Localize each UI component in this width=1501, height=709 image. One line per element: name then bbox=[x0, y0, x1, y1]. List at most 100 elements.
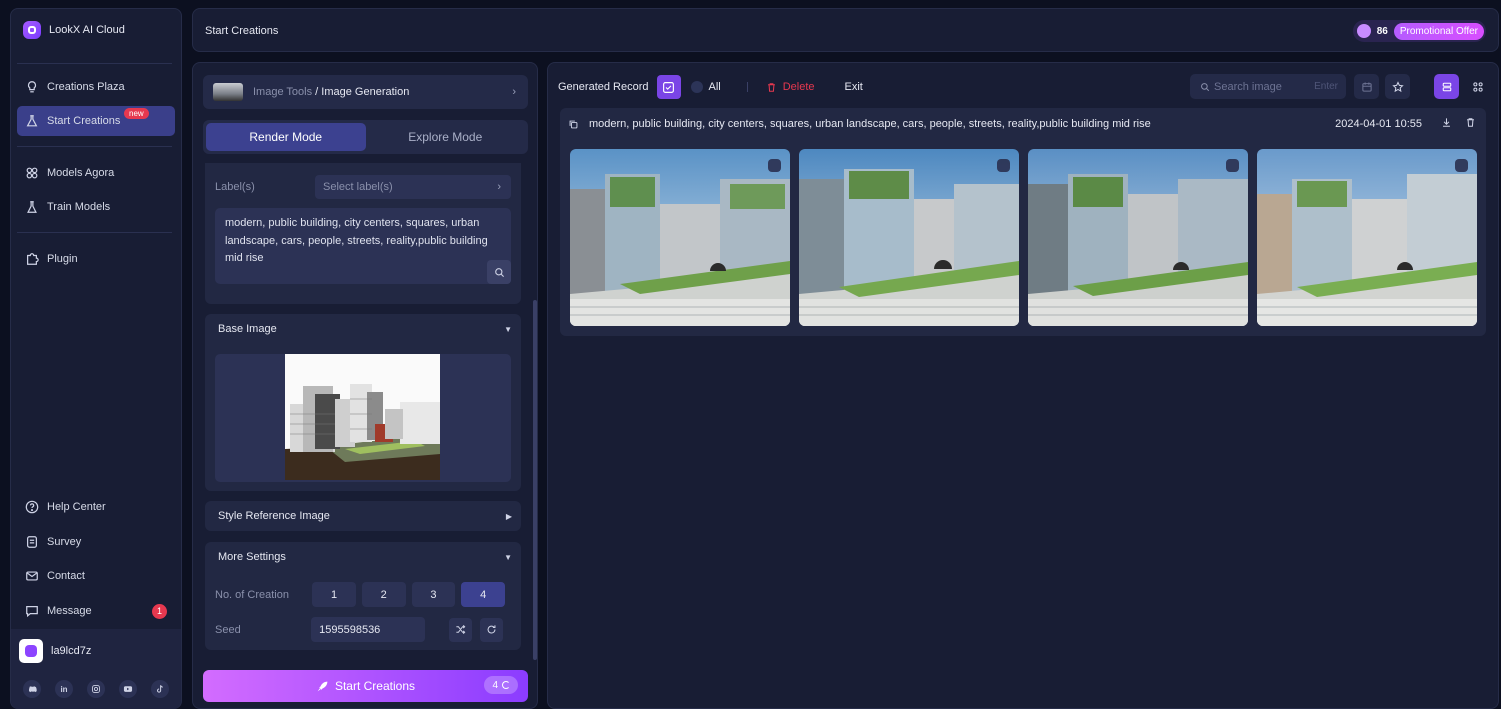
divider bbox=[746, 82, 748, 92]
creation-option-3[interactable]: 3 bbox=[411, 582, 456, 607]
seed-row: Seed 1595598536 bbox=[215, 617, 511, 642]
sidebar-item-train-models[interactable]: Train Models bbox=[17, 192, 175, 222]
discord-icon[interactable] bbox=[23, 680, 41, 698]
brand[interactable]: LookX AI Cloud bbox=[23, 21, 125, 39]
prompt-text: modern, public building, city centers, s… bbox=[225, 217, 488, 264]
start-creations-button[interactable]: Start Creations 4 bbox=[203, 670, 528, 702]
base-image-header[interactable]: Base Image ▼ bbox=[205, 314, 521, 344]
labels-placeholder: Select label(s) bbox=[323, 181, 393, 193]
favorites-button[interactable] bbox=[1385, 74, 1410, 99]
style-reference-header[interactable]: Style Reference Image ▶ bbox=[205, 501, 521, 531]
generated-image[interactable] bbox=[799, 149, 1019, 326]
generated-image[interactable] bbox=[1028, 149, 1248, 326]
sidebar-item-label: Start Creations bbox=[47, 115, 121, 127]
image-select-checkbox[interactable] bbox=[997, 159, 1010, 172]
app-name: LookX AI Cloud bbox=[49, 24, 125, 36]
sidebar-item-survey[interactable]: Survey bbox=[17, 527, 175, 557]
message-icon bbox=[26, 606, 38, 618]
bulb-icon bbox=[27, 81, 37, 93]
select-all-checkbox[interactable] bbox=[690, 81, 703, 93]
search-icon bbox=[494, 267, 504, 277]
more-settings-title: More Settings bbox=[218, 551, 286, 563]
grid-view-icon bbox=[1472, 81, 1483, 92]
creation-option-2[interactable]: 2 bbox=[361, 582, 406, 607]
search-input[interactable]: Search image Enter bbox=[1190, 74, 1346, 99]
select-mode-toggle[interactable] bbox=[656, 75, 681, 99]
more-settings-card: More Settings ▼ No. of Creation 1 2 3 4 … bbox=[205, 542, 521, 650]
date-filter-button[interactable] bbox=[1354, 74, 1379, 99]
select-all-label[interactable]: All bbox=[709, 81, 721, 93]
tiktok-icon[interactable] bbox=[151, 680, 169, 698]
delete-button[interactable]: Delete bbox=[766, 81, 815, 93]
linkedin-icon[interactable]: in bbox=[55, 680, 73, 698]
seed-label: Seed bbox=[215, 623, 241, 636]
chevron-right-icon: › bbox=[497, 181, 501, 193]
grid-view-button[interactable] bbox=[1465, 74, 1490, 99]
sidebar-item-message[interactable]: Message 1 bbox=[17, 596, 175, 626]
style-reference-card[interactable]: Style Reference Image ▶ bbox=[205, 501, 521, 531]
sidebar-item-label: Train Models bbox=[47, 201, 111, 213]
sidebar-item-plugin[interactable]: Plugin bbox=[17, 244, 175, 274]
tab-render-mode[interactable]: Render Mode bbox=[206, 123, 366, 151]
prompt-input[interactable]: modern, public building, city centers, s… bbox=[215, 208, 511, 284]
credit-cost-badge: 4 bbox=[484, 676, 518, 694]
generated-image[interactable] bbox=[570, 149, 790, 326]
creation-option-4[interactable]: 4 bbox=[461, 582, 506, 607]
reset-seed-button[interactable] bbox=[479, 617, 503, 642]
sidebar-item-models-agora[interactable]: Models Agora bbox=[17, 158, 175, 188]
tool-selector[interactable]: Image Tools / Image Generation › bbox=[203, 75, 528, 109]
exit-button[interactable]: Exit bbox=[845, 81, 863, 93]
image-select-checkbox[interactable] bbox=[768, 159, 781, 172]
promotional-offer-button[interactable]: Promotional Offer bbox=[1393, 22, 1484, 40]
sidebar-item-label: Models Agora bbox=[47, 167, 115, 179]
sidebar-item-label: Creations Plaza bbox=[47, 81, 125, 93]
shuffle-icon bbox=[456, 625, 466, 634]
creation-option-1[interactable]: 1 bbox=[312, 582, 356, 607]
username[interactable]: la9lcd7z bbox=[51, 645, 91, 657]
sidebar-item-help-center[interactable]: Help Center bbox=[17, 492, 175, 522]
copy-icon[interactable] bbox=[568, 119, 579, 130]
more-settings-header[interactable]: More Settings ▼ bbox=[205, 542, 521, 572]
credit-cost: 4 bbox=[492, 679, 498, 691]
random-seed-button[interactable] bbox=[448, 617, 472, 642]
image-select-checkbox[interactable] bbox=[1226, 159, 1239, 172]
sidebar-item-creations-plaza[interactable]: Creations Plaza bbox=[17, 72, 175, 102]
checkbox-icon bbox=[663, 81, 674, 93]
base-image-title: Base Image bbox=[218, 323, 277, 335]
instagram-icon[interactable] bbox=[87, 680, 105, 698]
record-prompt: modern, public building, city centers, s… bbox=[589, 118, 1151, 130]
list-view-button[interactable] bbox=[1434, 74, 1459, 99]
train-icon bbox=[27, 201, 37, 213]
sidebar-item-contact[interactable]: Contact bbox=[17, 561, 175, 591]
prompt-card: Label(s) Select label(s) › modern, publi… bbox=[205, 163, 521, 304]
trash-icon bbox=[767, 82, 775, 92]
prompt-search-button[interactable] bbox=[487, 260, 511, 284]
labels-select[interactable]: Select label(s) › bbox=[315, 175, 511, 199]
rocket-icon bbox=[317, 681, 328, 691]
style-reference-title: Style Reference Image bbox=[218, 510, 330, 522]
image-select-checkbox[interactable] bbox=[1455, 159, 1468, 172]
record-date: 2024-04-01 10:55 bbox=[1335, 118, 1422, 130]
social-links: in bbox=[23, 680, 169, 698]
seed-input[interactable]: 1595598536 bbox=[311, 617, 425, 642]
panel-scrollbar[interactable] bbox=[533, 300, 537, 660]
divider bbox=[17, 232, 172, 233]
credits-pill[interactable]: 86 Promotional Offer bbox=[1352, 20, 1486, 42]
labels-label: Label(s) bbox=[215, 181, 255, 193]
base-image-dropzone[interactable] bbox=[215, 354, 511, 482]
tab-explore-mode[interactable]: Explore Mode bbox=[366, 123, 526, 151]
sidebar-item-label: Message bbox=[47, 605, 92, 617]
page-title: Start Creations bbox=[205, 25, 279, 37]
sidebar-item-start-creations[interactable]: Start Creations new bbox=[17, 106, 175, 136]
trash-icon[interactable] bbox=[1465, 117, 1476, 128]
download-icon[interactable] bbox=[1441, 117, 1452, 128]
lookx-logo-icon bbox=[23, 21, 41, 39]
generated-image[interactable] bbox=[1257, 149, 1477, 326]
youtube-icon[interactable] bbox=[119, 680, 137, 698]
sidebar-item-label: Contact bbox=[47, 570, 85, 582]
search-enter-hint: Enter bbox=[1314, 81, 1338, 92]
avatar[interactable] bbox=[19, 639, 43, 663]
breadcrumb: Image Tools / Image Generation bbox=[253, 86, 409, 98]
breadcrumb-root: Image Tools bbox=[253, 86, 313, 98]
search-icon bbox=[1201, 82, 1210, 91]
